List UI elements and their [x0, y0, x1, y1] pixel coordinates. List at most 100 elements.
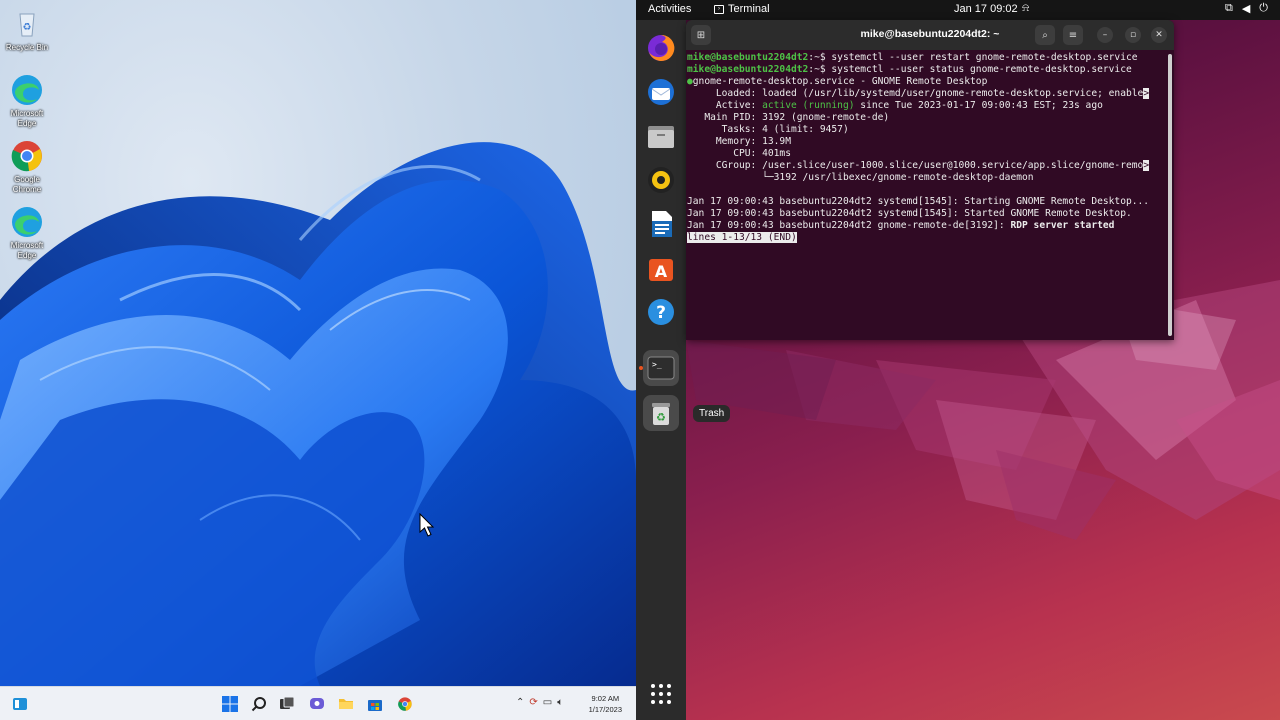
- dock-software[interactable]: A: [643, 250, 679, 286]
- desktop-icon-label: Google Chrome: [12, 175, 42, 194]
- chat-icon[interactable]: [306, 693, 328, 715]
- task-view-icon[interactable]: [276, 693, 298, 715]
- command-text: systemctl --user status gnome-remote-des…: [825, 64, 1132, 75]
- dock-firefox[interactable]: [643, 30, 679, 66]
- windows-desktop: ♻ Recycle Bin Microsoft Edge Google Chro…: [0, 0, 636, 720]
- svg-text:A: A: [655, 262, 668, 281]
- log-line: Jan 17 09:00:43 basebuntu2204dt2 systemd…: [687, 196, 1150, 207]
- dock-trash[interactable]: ♻: [643, 395, 679, 431]
- edge-icon: [9, 204, 45, 240]
- recycle-bin-icon: ♻: [9, 6, 45, 42]
- clock-time: 9:02 AM: [591, 694, 620, 703]
- active-rest: since Tue 2023-01-17 09:00:43 EST; 23s a…: [854, 100, 1103, 111]
- start-icon[interactable]: [219, 693, 241, 715]
- network-icon: ⧉: [1224, 2, 1233, 14]
- system-tray: ⌃ ⟳ ▭ 🔈︎: [516, 697, 563, 709]
- hamburger-menu-icon[interactable]: ≡: [1063, 25, 1083, 45]
- terminal-line: ●gnome-remote-desktop.service - GNOME Re…: [687, 76, 1166, 88]
- chevron-up-icon[interactable]: ⌃: [516, 697, 524, 709]
- svg-text:>_: >_: [652, 360, 662, 369]
- desktop-icon-edge-2[interactable]: Microsoft Edge: [2, 204, 52, 261]
- top-bar-clock[interactable]: Jan 17 09:02: [954, 3, 1018, 15]
- terminal-output[interactable]: mike@basebuntu2204dt2:~$ systemctl --use…: [686, 51, 1166, 340]
- app-menu-label: Terminal: [728, 3, 770, 15]
- gnome-top-bar: Activities › Terminal Jan 17 09:02 ⍾ ⧉ ◀…: [636, 0, 1280, 20]
- windows-bloom-wallpaper: [0, 142, 636, 686]
- notification-bell-icon[interactable]: ⍾: [1022, 2, 1029, 15]
- chrome-icon: [9, 138, 45, 174]
- edge-icon: [9, 72, 45, 108]
- terminal-window[interactable]: ⊞ mike@basebuntu2204dt2: ~ ⌕ ≡ – ▫ ✕ mik…: [686, 20, 1174, 340]
- activities-button[interactable]: Activities: [648, 3, 691, 15]
- prompt-suffix: :~$: [808, 52, 826, 63]
- command-text: systemctl --user restart gnome-remote-de…: [825, 52, 1138, 63]
- truncation-marker: >: [1143, 88, 1150, 99]
- minimize-icon[interactable]: –: [1097, 27, 1113, 43]
- network-icon[interactable]: ▭: [543, 697, 552, 709]
- show-applications-button[interactable]: [643, 676, 679, 712]
- desktop-icon-label: Recycle Bin: [5, 43, 49, 52]
- dock-terminal[interactable]: >_: [643, 350, 679, 386]
- prompt-user: mike@basebuntu2204dt2: [687, 64, 809, 75]
- app-menu[interactable]: › Terminal: [714, 3, 770, 15]
- thunderbird-icon: [648, 79, 674, 105]
- terminal-line: Loaded: loaded (/usr/lib/systemd/user/gn…: [687, 88, 1166, 100]
- files-icon: [648, 126, 674, 148]
- widgets-icon[interactable]: [9, 693, 31, 715]
- desktop-icon-label: Microsoft Edge: [10, 109, 44, 128]
- cpu-line: CPU: 401ms: [687, 148, 791, 159]
- log-line-prefix: Jan 17 09:00:43 basebuntu2204dt2 gnome-r…: [687, 220, 1011, 231]
- system-menu[interactable]: ⧉ ◀︎ ⏻: [1225, 2, 1268, 15]
- log-line-bold: RDP server started: [1010, 220, 1115, 231]
- main-pid-line: Main PID: 3192 (gnome-remote-de): [687, 112, 890, 123]
- volume-icon[interactable]: 🔈︎: [557, 697, 563, 709]
- svg-text:?: ?: [656, 303, 666, 323]
- svg-text:♻: ♻: [656, 411, 666, 424]
- rhythmbox-icon: [648, 167, 674, 193]
- search-icon[interactable]: [248, 693, 270, 715]
- terminal-icon: >_: [647, 356, 675, 380]
- dock-files[interactable]: [643, 118, 679, 154]
- dock-thunderbird[interactable]: [643, 74, 679, 110]
- terminal-line: lines 1-13/13 (END): [687, 232, 1166, 244]
- svg-text:♻: ♻: [23, 22, 32, 33]
- app-grid-icon: [651, 684, 671, 704]
- firefox-icon: [648, 34, 675, 61]
- ubuntu-dock: A ? >_ ♻: [636, 20, 686, 720]
- maximize-icon[interactable]: ▫: [1125, 27, 1141, 43]
- prompt-suffix: :~$: [808, 64, 826, 75]
- dock-help[interactable]: ?: [643, 294, 679, 330]
- dock-rhythmbox[interactable]: [643, 162, 679, 198]
- trash-tooltip: Trash: [693, 405, 731, 422]
- desktop-icon-edge[interactable]: Microsoft Edge: [2, 72, 52, 129]
- libreoffice-writer-icon: [652, 211, 672, 237]
- terminal-line: CGroup: /user.slice/user-1000.slice/user…: [687, 160, 1166, 172]
- search-icon[interactable]: ⌕: [1035, 25, 1055, 45]
- terminal-line: Active: active (running) since Tue 2023-…: [687, 100, 1166, 112]
- dock-writer[interactable]: [643, 206, 679, 242]
- prompt-user: mike@basebuntu2204dt2: [687, 52, 809, 63]
- truncation-marker: >: [1143, 160, 1150, 171]
- file-explorer-icon[interactable]: [335, 693, 357, 715]
- trash-icon: ♻: [652, 403, 670, 425]
- terminal-small-icon: ›: [714, 4, 724, 14]
- active-label: Active:: [687, 100, 763, 111]
- chrome-taskbar-icon[interactable]: [394, 693, 416, 715]
- store-icon[interactable]: [364, 693, 386, 715]
- power-icon: ⏻: [1259, 2, 1268, 14]
- desktop-icon-label: Microsoft Edge: [10, 241, 44, 260]
- taskbar-clock[interactable]: 9:02 AM 1/17/2023: [589, 693, 622, 715]
- terminal-scrollbar[interactable]: [1168, 54, 1172, 336]
- tasks-line: Tasks: 4 (limit: 9457): [687, 124, 849, 135]
- pager-status: lines 1-13/13 (END): [687, 232, 797, 243]
- terminal-line: mike@basebuntu2204dt2:~$ systemctl --use…: [687, 64, 1166, 76]
- volume-icon: ◀︎: [1241, 3, 1251, 15]
- memory-line: Memory: 13.9M: [687, 136, 791, 147]
- desktop-icon-recycle-bin[interactable]: ♻ Recycle Bin: [2, 6, 52, 53]
- terminal-header-bar[interactable]: ⊞ mike@basebuntu2204dt2: ~ ⌕ ≡ – ▫ ✕: [686, 20, 1174, 50]
- loaded-line: Loaded: loaded (/usr/lib/systemd/user/gn…: [687, 88, 1144, 99]
- desktop-icon-chrome[interactable]: Google Chrome: [2, 138, 52, 195]
- sync-icon[interactable]: ⟳: [529, 697, 537, 709]
- close-icon[interactable]: ✕: [1151, 27, 1167, 43]
- cgroup-process-line: └─3192 /usr/libexec/gnome-remote-desktop…: [687, 172, 1034, 183]
